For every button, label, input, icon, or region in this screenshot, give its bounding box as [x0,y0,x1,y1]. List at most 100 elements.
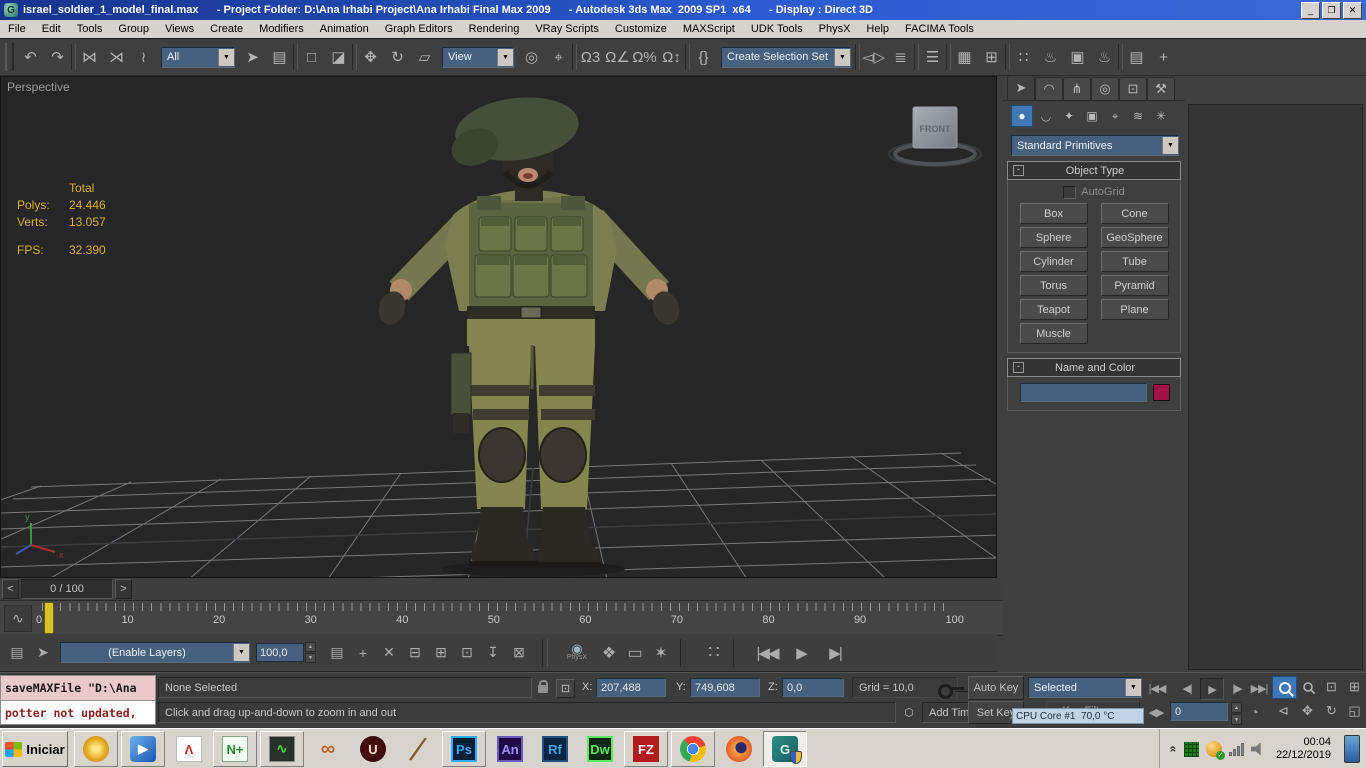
listener-macro-line[interactable]: saveMAXFile "D:\Ana [1,676,155,701]
viewport-label[interactable]: Perspective [7,80,70,94]
layer-weight-spinner[interactable]: 100,0 ▲▼ [256,642,316,663]
unreal-engine-icon[interactable]: U [352,732,394,766]
object-type-button[interactable]: Cone [1101,203,1169,224]
object-type-button[interactable]: Torus [1020,275,1088,296]
current-frame-field[interactable]: 0 [1170,702,1228,721]
close-button[interactable]: ✕ [1343,2,1362,19]
select-by-name-icon[interactable]: ▤ [266,42,293,72]
select-and-manipulate-icon[interactable]: ⌖ [545,42,572,72]
pan-hand-icon[interactable]: ✥ [1296,700,1319,721]
material-editor-icon[interactable]: ∷ [1010,42,1037,72]
menu-item[interactable]: File [0,22,34,36]
tab-utilities[interactable]: ⚒ [1147,77,1175,100]
menu-item[interactable]: Edit [34,22,69,36]
select-and-scale-icon[interactable]: ▱ [411,42,438,72]
quick-render-icon[interactable]: ♨ [1091,42,1118,72]
tray-grid-app-icon[interactable] [1184,742,1199,757]
dreamweaver-icon[interactable]: Dw [579,732,621,766]
animate-icon[interactable]: An [489,732,531,766]
menu-item[interactable]: Help [858,22,897,36]
menu-item[interactable]: Modifiers [251,22,312,36]
filezilla-icon[interactable]: FZ [624,731,668,767]
next-frame-arrow[interactable]: > [115,579,132,599]
paste-layer-icon[interactable]: ⊞ [428,639,454,667]
menu-item[interactable]: Create [202,22,251,36]
tab-modify[interactable]: ◠ [1035,77,1063,100]
selection-lock-icon[interactable] [538,685,548,693]
absolute-offset-toggle-icon[interactable]: ⊡ [556,679,575,698]
physx-logo-icon[interactable]: ◉PhysX [558,637,596,669]
object-type-button[interactable]: Teapot [1020,299,1088,320]
object-type-button[interactable]: Plane [1101,299,1169,320]
z-coordinate-field[interactable]: 0,0 [782,678,844,697]
geometry-icon[interactable]: ● [1011,105,1033,127]
script-listener-icon[interactable]: ▤ [1123,42,1150,72]
select-and-move-icon[interactable]: ✥ [357,42,384,72]
chrome-icon[interactable] [671,731,715,767]
name-color-rollout-header[interactable]: - Name and Color [1007,358,1181,377]
frame-counter[interactable]: 0 / 100 [21,579,113,599]
animation-layers-icon[interactable]: ▤ [4,639,30,667]
align-icon[interactable]: ≣ [887,42,914,72]
minimize-button[interactable]: _ [1301,2,1320,19]
use-pivot-point-icon[interactable]: ◎ [518,42,545,72]
snap-toggle-3d-icon[interactable]: Ω3 [577,42,604,72]
spin-up-icon[interactable]: ▲ [1231,702,1242,713]
object-type-button[interactable]: Cylinder [1020,251,1088,272]
menu-item[interactable]: Group [110,22,157,36]
menu-item[interactable]: Customize [607,22,675,36]
helpers-icon[interactable]: ⌖ [1105,106,1125,126]
viewcube[interactable]: FRONT [889,107,981,166]
select-and-link-icon[interactable]: ⋈ [76,42,103,72]
tab-create[interactable]: ➤ [1007,75,1035,100]
rectangular-selection-region-icon[interactable]: □ [298,42,325,72]
menu-item[interactable]: Animation [312,22,377,36]
arc-rotate-icon[interactable]: ↻ [1320,700,1343,721]
tab-motion[interactable]: ◎ [1091,77,1119,100]
layer-pick-icon[interactable]: ➤ [30,639,56,667]
auto-key-button[interactable]: Auto Key [968,676,1024,700]
show-desktop-button[interactable] [1344,735,1360,763]
viewcube-front-face[interactable]: FRONT [920,124,951,134]
layer-manager-icon[interactable]: ☰ [919,42,946,72]
key-mode-toggle-icon[interactable]: ◀▶ [1146,703,1166,721]
object-type-button[interactable]: Sphere [1020,227,1088,248]
set-key-icon[interactable] [938,683,964,695]
time-slider-handle[interactable] [44,602,54,634]
spin-down-icon[interactable]: ▼ [1231,714,1242,725]
time-configuration-icon[interactable]: ◔ [1244,703,1264,721]
rendered-frame-window-icon[interactable]: ▣ [1064,42,1091,72]
go-to-end-button[interactable]: ▶▶| [1248,678,1270,698]
field-of-view-icon[interactable]: ⊲ [1272,700,1295,721]
object-type-button[interactable]: Muscle [1020,323,1088,344]
zoom-extents-icon[interactable]: ⊡ [1320,676,1343,697]
schematic-view-icon[interactable]: ⊞ [978,42,1005,72]
object-type-button[interactable]: Pyramid [1101,275,1169,296]
cameras-icon[interactable]: ▣ [1082,106,1102,126]
object-category-dropdown[interactable]: Standard Primitives▼ [1011,135,1179,156]
zoom-icon[interactable] [1272,676,1297,699]
menu-item[interactable]: Graph Editors [377,22,461,36]
acrobat-reader-icon[interactable]: Λ [168,732,210,766]
spin-up-icon[interactable]: ▲ [305,642,316,652]
layer-properties-icon[interactable]: ▤ [324,639,350,667]
go-to-start-button[interactable]: |◀◀ [1146,678,1168,698]
systems-icon[interactable]: ✳ [1151,106,1171,126]
selection-filter-dropdown[interactable]: All▼ [161,47,235,68]
previous-frame-arrow[interactable]: < [2,579,19,599]
render-setup-icon[interactable]: ♨ [1037,42,1064,72]
object-type-button[interactable]: Box [1020,203,1088,224]
object-type-button[interactable]: GeoSphere [1101,227,1169,248]
redo-icon[interactable]: ↷ [44,42,71,72]
shapes-icon[interactable]: ◡ [1036,106,1056,126]
listener-output-line[interactable]: potter not updated, [1,701,155,724]
physx-play-icon[interactable]: ▶ [788,639,814,667]
bind-to-spacewarp-icon[interactable]: ≀ [130,42,157,72]
menu-item[interactable]: VRay Scripts [527,22,607,36]
network-signal-icon[interactable] [1229,742,1244,756]
start-button[interactable]: Iniciar [2,731,68,767]
media-player-icon[interactable]: ▶ [121,731,165,767]
named-selection-set-dropdown[interactable]: Create Selection Set▼ [721,47,851,68]
zoom-all-icon[interactable] [1296,676,1319,697]
reference-coordinate-dropdown[interactable]: View▼ [442,47,514,68]
